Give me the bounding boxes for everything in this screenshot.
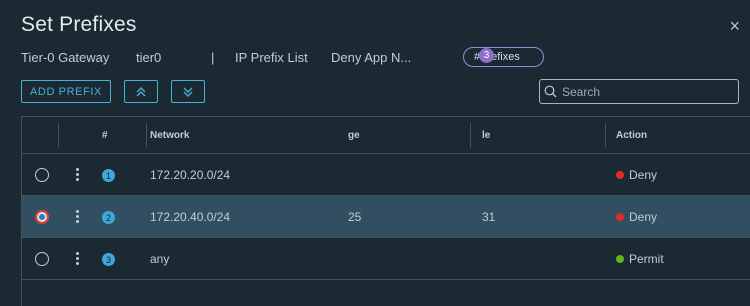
dialog-meta: Tier-0 Gateway tier0 | IP Prefix List De… <box>21 47 740 68</box>
column-header-le[interactable]: le <box>482 130 490 141</box>
meta-separator: | <box>211 50 215 65</box>
more-actions-icon[interactable] <box>74 167 80 183</box>
le-cell: 31 <box>482 210 496 224</box>
row-index-badge: 3 <box>102 253 115 266</box>
table-row[interactable]: 2 172.20.40.0/24 25 31 Deny <box>22 196 750 238</box>
prefix-list-name: Deny App N... <box>331 50 412 65</box>
row-select-radio[interactable] <box>35 168 49 182</box>
more-actions-icon[interactable] <box>74 251 80 267</box>
prefixes-count-chip: #Prefixes 3 <box>463 47 544 67</box>
prefixes-table: # Network ge le Action 1 172.20.20.0/24 … <box>21 116 750 306</box>
gateway-name: tier0 <box>136 50 162 65</box>
column-header-index: # <box>102 130 108 141</box>
move-down-button[interactable] <box>171 80 205 103</box>
row-index-badge: 1 <box>102 169 115 182</box>
column-header-network[interactable]: Network <box>150 130 189 141</box>
network-cell: any <box>150 252 170 266</box>
prefix-list-label: IP Prefix List <box>235 50 308 65</box>
action-cell: Deny <box>629 210 658 224</box>
table-row[interactable]: 3 any Permit <box>22 238 750 280</box>
table-row[interactable]: 1 172.20.20.0/24 Deny <box>22 154 750 196</box>
ge-cell: 25 <box>348 210 362 224</box>
chip-count-badge: 3 <box>479 48 494 63</box>
column-header-ge[interactable]: ge <box>348 130 360 141</box>
action-cell: Deny <box>629 168 658 182</box>
double-chevron-up-icon <box>136 86 146 96</box>
search-input[interactable] <box>562 84 732 99</box>
more-actions-icon[interactable] <box>74 209 80 225</box>
table-header: # Network ge le Action <box>22 117 750 154</box>
gateway-type-label: Tier-0 Gateway <box>21 50 110 65</box>
close-icon[interactable]: × <box>729 16 740 36</box>
row-index-badge: 2 <box>102 211 115 224</box>
column-divider <box>605 123 606 148</box>
row-select-radio[interactable] <box>35 210 49 224</box>
network-cell: 172.20.40.0/24 <box>150 210 231 224</box>
page-title: Set Prefixes <box>21 13 137 36</box>
deny-status-icon <box>616 171 624 179</box>
column-divider <box>470 123 471 148</box>
search-box[interactable] <box>539 79 739 104</box>
permit-status-icon <box>616 255 624 263</box>
add-prefix-button[interactable]: ADD PREFIX <box>21 80 111 103</box>
action-cell: Permit <box>629 252 664 266</box>
column-divider <box>146 123 147 148</box>
search-icon <box>544 85 557 98</box>
column-header-action[interactable]: Action <box>616 130 647 141</box>
network-cell: 172.20.20.0/24 <box>150 168 231 182</box>
row-select-radio[interactable] <box>35 252 49 266</box>
column-divider <box>58 123 59 148</box>
double-chevron-down-icon <box>183 87 193 97</box>
deny-status-icon <box>616 213 624 221</box>
move-up-button[interactable] <box>124 80 158 103</box>
